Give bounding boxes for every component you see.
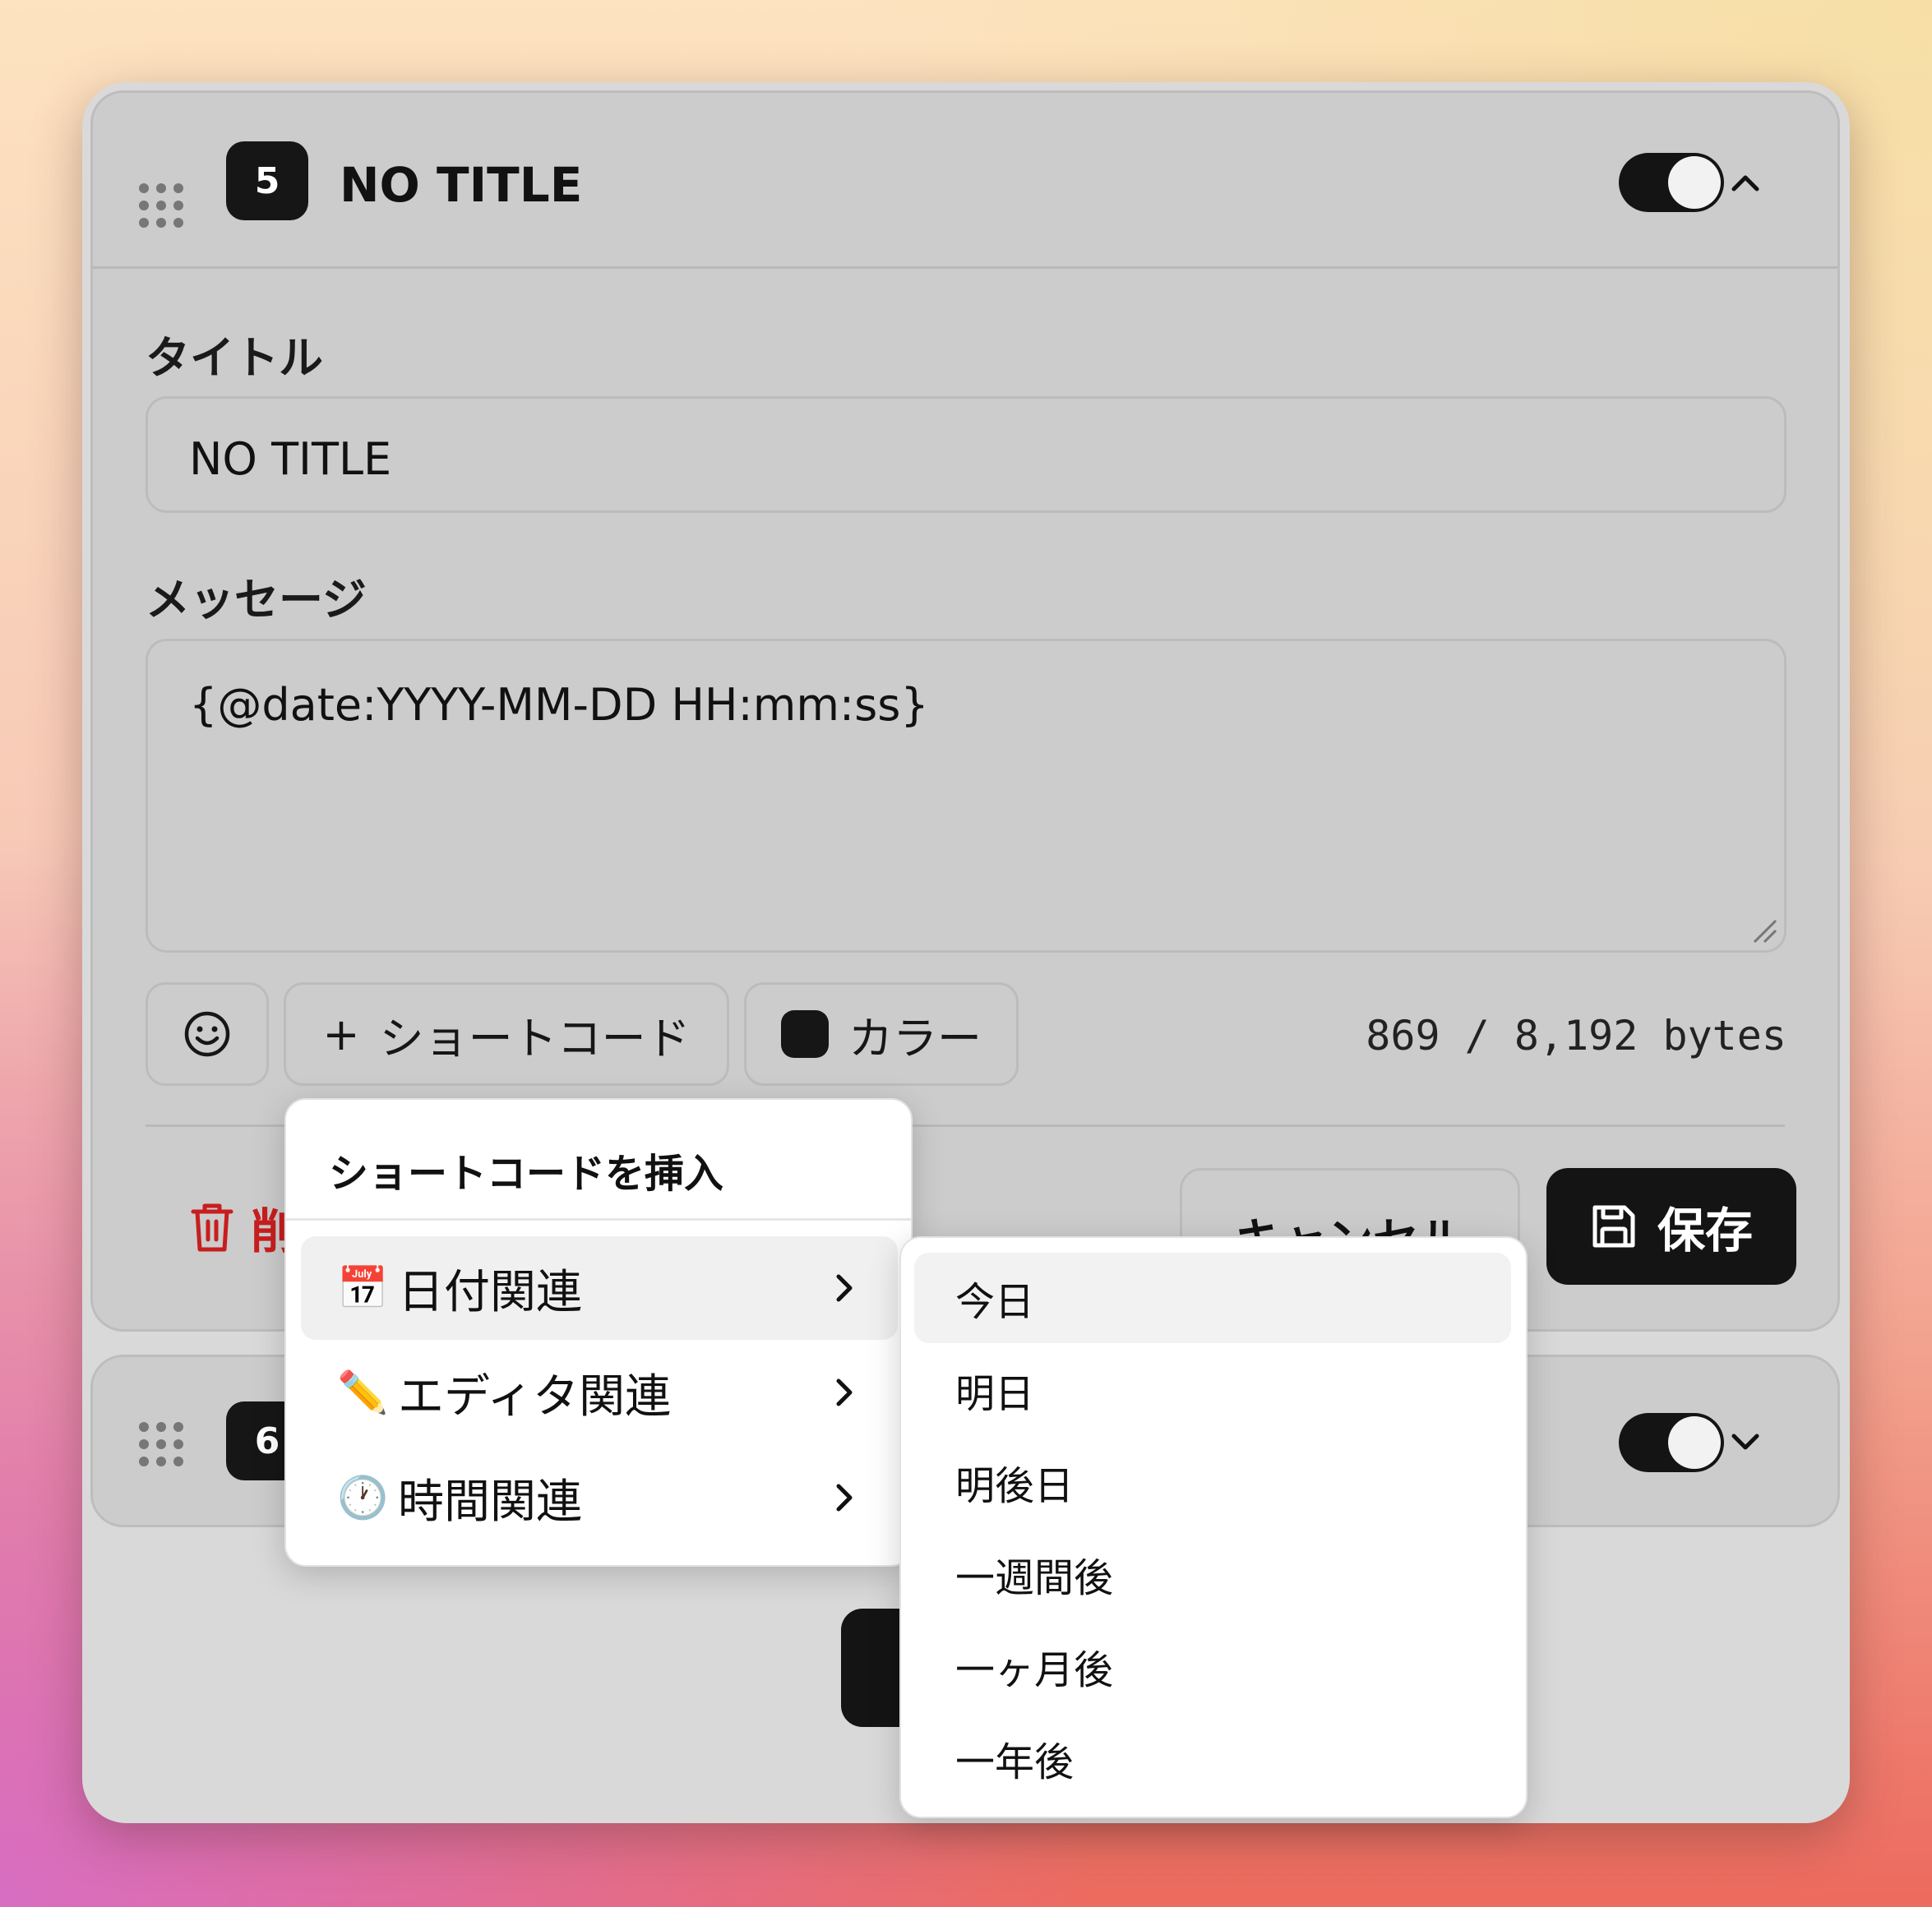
submenu-item-one-month-later[interactable]: 一ヶ月後 bbox=[914, 1621, 1511, 1711]
chevron-down-icon[interactable] bbox=[1729, 1426, 1762, 1459]
submenu-item-one-year-later[interactable]: 一年後 bbox=[914, 1713, 1511, 1803]
chevron-right-icon bbox=[836, 1484, 853, 1512]
shortcode-button-label: ショートコード bbox=[379, 1012, 691, 1064]
save-button-label: 保存 bbox=[1657, 1203, 1753, 1258]
emoji-button[interactable] bbox=[146, 982, 269, 1086]
title-input-value: NO TITLE bbox=[189, 433, 392, 485]
title-field-label: タイトル bbox=[146, 332, 323, 384]
enable-toggle[interactable] bbox=[1619, 153, 1724, 212]
drag-handle-icon[interactable] bbox=[139, 183, 183, 228]
shortcode-button[interactable]: + ショートコード bbox=[284, 982, 729, 1086]
card-number-badge: 5 bbox=[226, 141, 308, 220]
calendar-icon: 📅 bbox=[337, 1263, 389, 1312]
date-submenu: 今日 明日 明後日 一週間後 一ヶ月後 一年後 bbox=[899, 1236, 1528, 1818]
color-swatch bbox=[781, 1010, 829, 1058]
save-button[interactable]: 保存 bbox=[1546, 1168, 1796, 1285]
card-header-divider bbox=[93, 266, 1837, 269]
submenu-item-one-week-later[interactable]: 一週間後 bbox=[914, 1529, 1511, 1619]
menu-item-label: 時間関連 bbox=[398, 1475, 582, 1529]
floppy-disk-icon bbox=[1592, 1205, 1635, 1248]
message-textarea[interactable]: {@date:YYYY-MM-DD HH:mm:ss} bbox=[146, 639, 1786, 953]
delete-button[interactable]: 削 bbox=[190, 1193, 298, 1262]
chevron-right-icon bbox=[836, 1378, 853, 1406]
plus-icon: + bbox=[322, 1008, 360, 1060]
byte-counter: 869 / 8,192 bytes bbox=[1366, 1012, 1786, 1060]
drag-handle-icon[interactable] bbox=[139, 1422, 183, 1466]
menu-item-editor[interactable]: ✏️ エディタ関連 bbox=[301, 1341, 898, 1444]
menu-item-label: エディタ関連 bbox=[398, 1369, 672, 1424]
menu-item-label: 日付関連 bbox=[398, 1265, 582, 1319]
shortcode-menu-divider bbox=[286, 1218, 911, 1221]
resize-handle-icon[interactable] bbox=[1749, 916, 1777, 944]
color-button-label: カラー bbox=[848, 1012, 982, 1064]
pencil-icon: ✏️ bbox=[337, 1368, 389, 1416]
chevron-right-icon bbox=[836, 1274, 853, 1302]
smile-icon bbox=[184, 1011, 230, 1057]
title-input[interactable]: NO TITLE bbox=[146, 396, 1786, 513]
enable-toggle[interactable] bbox=[1619, 1413, 1724, 1472]
menu-item-date[interactable]: 📅 日付関連 bbox=[301, 1236, 898, 1340]
submenu-item-day-after-tomorrow[interactable]: 明後日 bbox=[914, 1437, 1511, 1527]
clock-icon: 🕐 bbox=[337, 1473, 389, 1521]
message-textarea-value: {@date:YYYY-MM-DD HH:mm:ss} bbox=[189, 679, 929, 731]
shortcode-menu-title: ショートコードを挿入 bbox=[329, 1151, 724, 1197]
color-button[interactable]: カラー bbox=[744, 982, 1019, 1086]
menu-item-time[interactable]: 🕐 時間関連 bbox=[301, 1446, 898, 1549]
card-title: NO TITLE bbox=[340, 157, 583, 213]
chevron-up-icon[interactable] bbox=[1729, 166, 1762, 199]
submenu-item-today[interactable]: 今日 bbox=[914, 1253, 1511, 1343]
trash-icon bbox=[191, 1203, 233, 1252]
shortcode-menu: ショートコードを挿入 📅 日付関連 ✏️ エディタ関連 🕐 時間関連 bbox=[284, 1098, 913, 1567]
message-field-label: メッセージ bbox=[146, 574, 367, 626]
submenu-item-tomorrow[interactable]: 明日 bbox=[914, 1345, 1511, 1435]
